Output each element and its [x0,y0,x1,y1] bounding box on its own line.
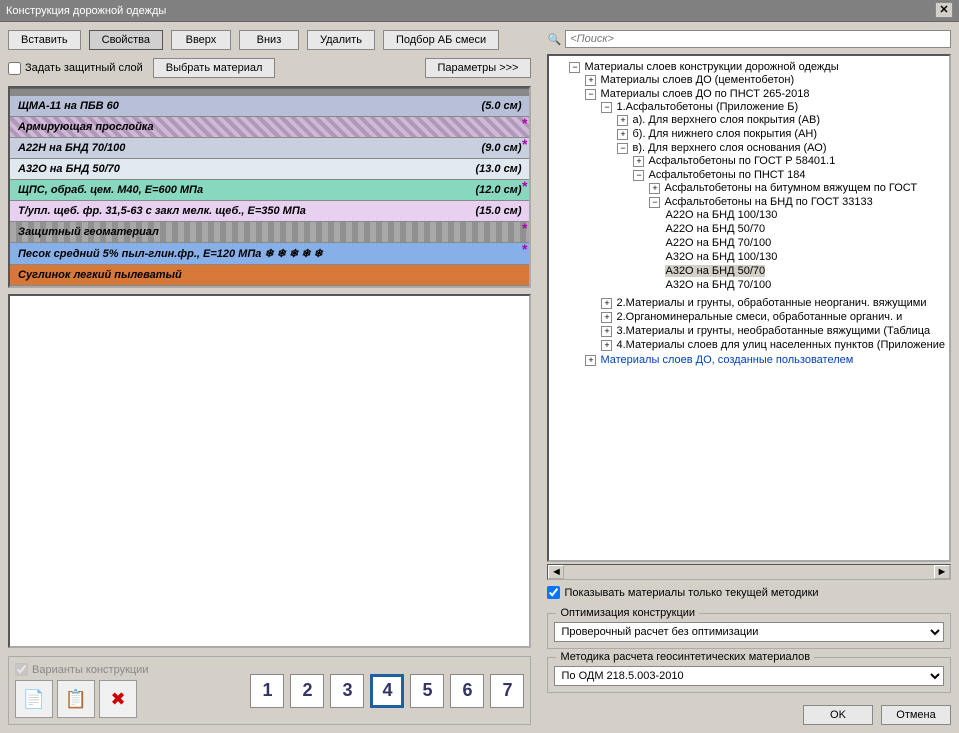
show-current-checkbox[interactable]: Показывать материалы только текущей мето… [547,586,951,599]
optimization-group: Оптимизация конструкции Проверочный расч… [547,613,951,649]
variant-3[interactable]: 3 [330,674,364,708]
variant-6[interactable]: 6 [450,674,484,708]
variant-7[interactable]: 7 [490,674,524,708]
layer-row[interactable]: Песок средний 5% пыл-глин.фр., Е=120 МПа… [10,243,529,265]
window-title: Конструкция дорожной одежды [6,0,166,21]
search-input[interactable] [565,30,951,48]
scroll-right-icon[interactable]: ► [934,565,950,579]
search-icon: 🔍 [547,33,561,46]
layer-row[interactable]: Защитный геоматериал* [10,222,529,243]
copy-variant-icon[interactable]: 📋 [57,680,95,718]
tree-hscroll[interactable]: ◄ ► [547,564,951,580]
close-button[interactable]: ✕ [935,2,953,18]
variant-2[interactable]: 2 [290,674,324,708]
layer-row[interactable]: ЩПС, обраб. цем. М40, Е=600 МПа(12.0 см)… [10,180,529,201]
layer-row[interactable]: Т/упл. щеб. фр. 31,5-63 с закл мелк. щеб… [10,201,529,222]
variant-1[interactable]: 1 [250,674,284,708]
delete-variant-icon[interactable]: ✖ [99,680,137,718]
delete-button[interactable]: Удалить [307,30,375,50]
geosynthetic-select[interactable]: По ОДМ 218.5.003-2010 [554,666,944,686]
protect-checkbox[interactable]: Задать защитный слой [8,62,143,75]
variant-5[interactable]: 5 [410,674,444,708]
layer-row[interactable]: Суглинок легкий пылеватый [10,265,529,286]
variant-numbers: 1234567 [250,674,524,708]
ok-button[interactable]: OK [803,705,873,725]
tree-item[interactable]: А32О на БНД 100/130 [665,251,777,263]
properties-button[interactable]: Свойства [89,30,163,50]
optimization-select[interactable]: Проверочный расчет без оптимизации [554,622,944,642]
material-tree[interactable]: −Материалы слоев конструкции дорожной од… [547,54,951,562]
scroll-left-icon[interactable]: ◄ [548,565,564,579]
geosynthetic-group: Методика расчета геосинтетических матери… [547,657,951,693]
mix-button[interactable]: Подбор АБ смеси [383,30,499,50]
layer-row[interactable]: Армирующая прослойка* [10,117,529,138]
add-variant-icon[interactable]: 📄 [15,680,53,718]
collapse-icon[interactable]: − [569,62,580,73]
toolbar: Вставить Свойства Вверх Вниз Удалить Под… [8,30,531,50]
layers-panel: ЩМА-11 на ПБВ 60(5.0 см)Армирующая просл… [8,86,531,288]
layer-row[interactable]: А22Н на БНД 70/100(9.0 см)* [10,138,529,159]
titlebar: Конструкция дорожной одежды ✕ [0,0,959,22]
tree-item[interactable]: А32О на БНД 70/100 [665,279,771,291]
tree-item[interactable]: А22О на БНД 70/100 [665,237,771,249]
variants-checkbox[interactable]: Варианты конструкции [15,663,148,676]
variant-4[interactable]: 4 [370,674,404,708]
empty-area [8,294,531,648]
down-button[interactable]: Вниз [239,30,299,50]
layer-row[interactable]: А32О на БНД 50/70(13.0 см) [10,159,529,180]
choose-material-button[interactable]: Выбрать материал [153,58,276,78]
parameters-button[interactable]: Параметры >>> [425,58,532,78]
up-button[interactable]: Вверх [171,30,231,50]
layer-row[interactable]: ЩМА-11 на ПБВ 60(5.0 см) [10,96,529,117]
tree-item-selected[interactable]: А32О на БНД 50/70 [665,265,765,277]
cancel-button[interactable]: Отмена [881,705,951,725]
tree-item[interactable]: А22О на БНД 50/70 [665,223,765,235]
insert-button[interactable]: Вставить [8,30,81,50]
tree-item[interactable]: А22О на БНД 100/130 [665,209,777,221]
